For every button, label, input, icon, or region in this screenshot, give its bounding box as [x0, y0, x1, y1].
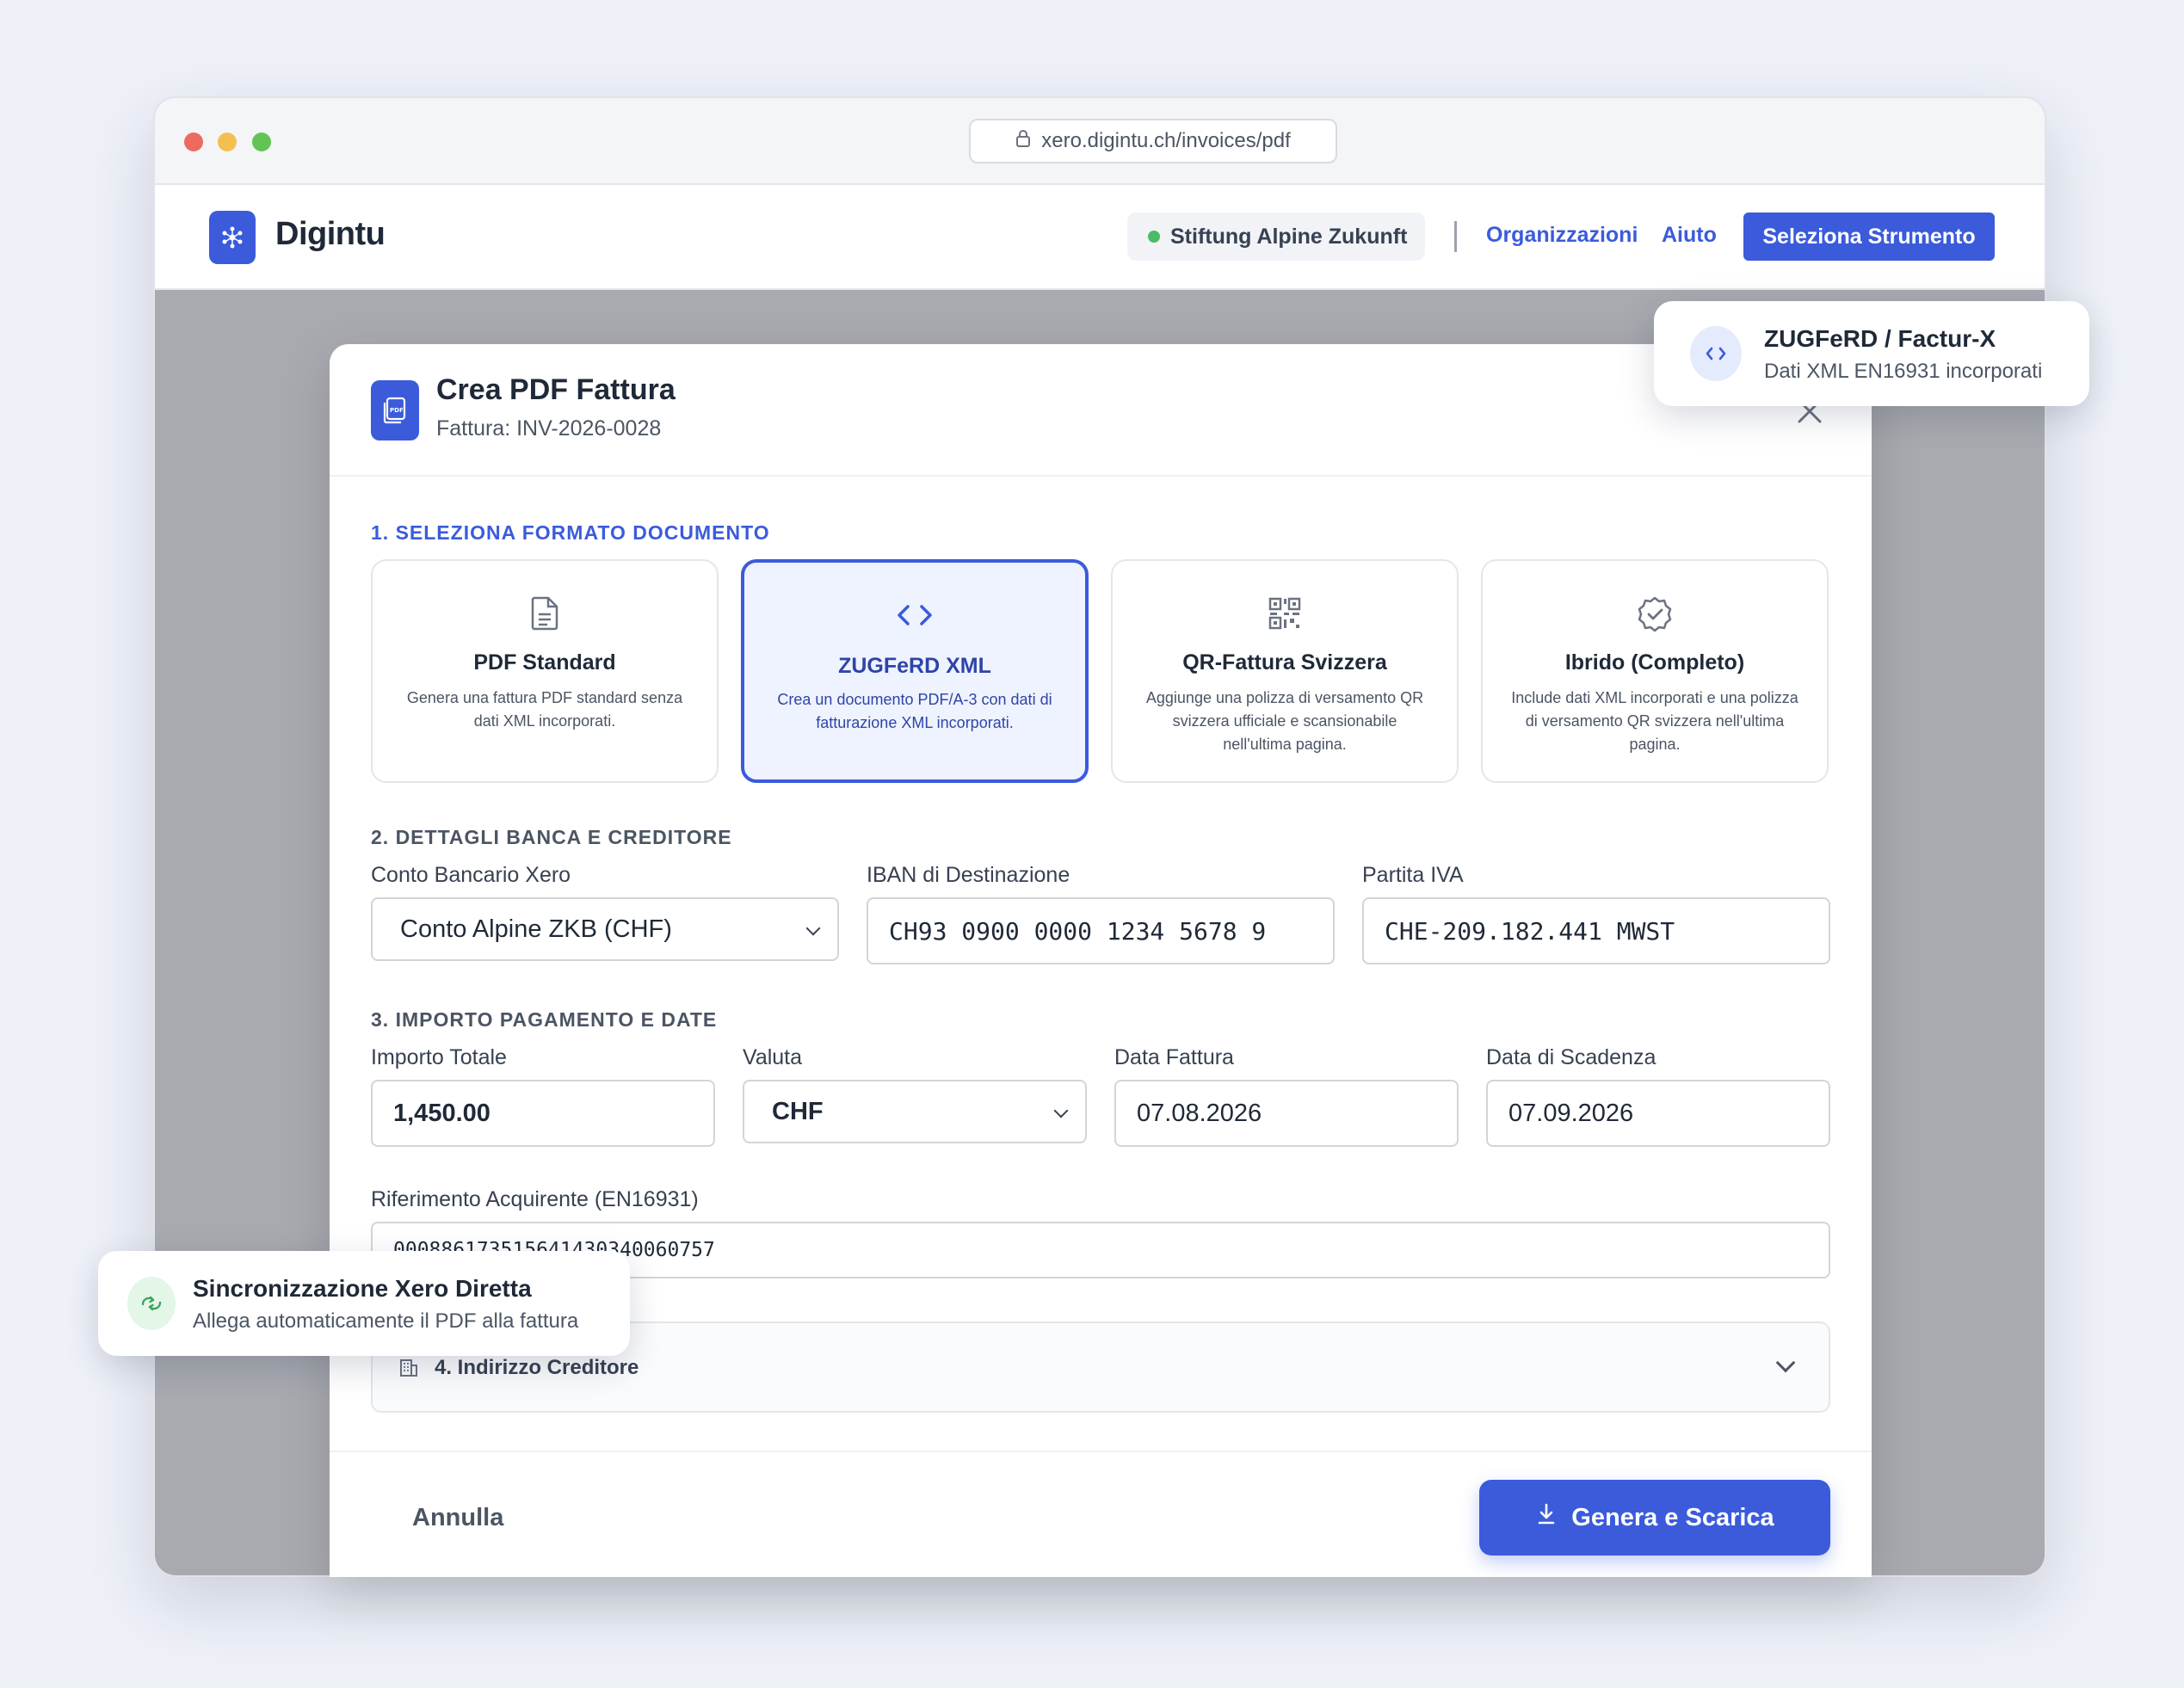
vat-input[interactable]: CHE-209.182.441 MWST [1362, 897, 1830, 964]
amount-input[interactable]: 1,450.00 [371, 1080, 715, 1147]
lock-icon [1015, 129, 1031, 154]
code-icon [1690, 326, 1742, 381]
generate-download-button[interactable]: Genera e Scarica [1479, 1480, 1830, 1556]
browser-titlebar: xero.digintu.ch/invoices/pdf [155, 98, 2045, 185]
select-tool-button[interactable]: Seleziona Strumento [1743, 213, 1995, 261]
toast-title: Sincronizzazione Xero Diretta [193, 1275, 532, 1302]
amount-value: 1,450.00 [393, 1099, 490, 1127]
modal-subtitle: Fattura: INV-2026-0028 [436, 416, 662, 440]
section-bank-label: 2. DETTAGLI BANCA E CREDITORE [371, 826, 732, 848]
section-format-label: 1. SELEZIONA FORMATO DOCUMENTO [371, 521, 770, 544]
document-icon [373, 595, 717, 633]
invoice-date-input[interactable]: 07.08.2026 [1114, 1080, 1459, 1147]
cancel-button[interactable]: Annulla [412, 1504, 503, 1532]
format-title: ZUGFeRD XML [838, 654, 991, 678]
modal-header: PDF Crea PDF Fattura Fattura: INV-2026-0… [330, 344, 1872, 477]
building-icon [398, 1358, 419, 1383]
nav-divider [1454, 221, 1457, 252]
app-header: Digintu Stiftung Alpine Zukunft Organizz… [155, 185, 2045, 290]
generate-download-label: Genera e Scarica [1571, 1503, 1774, 1531]
format-title: QR-Fattura Svizzera [1182, 650, 1387, 675]
url-text: xero.digintu.ch/invoices/pdf [1041, 129, 1291, 152]
vat-value: CHE-209.182.441 MWST [1385, 916, 1675, 946]
bank-account-value: Conto Alpine ZKB (CHF) [400, 915, 672, 943]
invoice-date-value: 07.08.2026 [1137, 1099, 1262, 1127]
currency-select[interactable]: CHF [743, 1080, 1087, 1143]
digintu-logo-icon[interactable] [209, 211, 256, 264]
maximize-window-button[interactable] [252, 132, 271, 151]
xero-sync-toast: Sincronizzazione Xero Diretta Allega aut… [98, 1251, 630, 1356]
buyer-reference-label: Riferimento Acquirente (EN16931) [371, 1187, 699, 1211]
format-description: Include dati XML incorporati e una poliz… [1511, 689, 1798, 753]
pdf-icon: PDF [371, 380, 419, 440]
verified-badge-icon [1483, 595, 1827, 633]
currency-label: Valuta [743, 1045, 803, 1069]
zugferd-info-toast: ZUGFeRD / Factur-X Dati XML EN16931 inco… [1654, 301, 2089, 406]
minimize-window-button[interactable] [218, 132, 237, 151]
address-bar[interactable]: xero.digintu.ch/invoices/pdf [969, 119, 1337, 163]
format-card-zugferd[interactable]: ZUGFeRD XML Crea un documento PDF/A-3 co… [741, 559, 1089, 783]
invoice-date-label: Data Fattura [1114, 1045, 1234, 1069]
download-icon [1535, 1502, 1558, 1533]
brand-name: Digintu [275, 216, 386, 252]
svg-text:PDF: PDF [390, 407, 404, 414]
iban-value: CH93 0900 0000 1234 5678 9 [889, 916, 1267, 946]
format-card-hybrid[interactable]: Ibrido (Completo) Include dati XML incor… [1481, 559, 1829, 783]
format-title: PDF Standard [473, 650, 616, 675]
organization-name: Stiftung Alpine Zukunft [1170, 224, 1408, 249]
sync-icon [127, 1277, 176, 1330]
bank-account-label: Conto Bancario Xero [371, 863, 571, 887]
status-dot-icon [1148, 231, 1160, 243]
amount-label: Importo Totale [371, 1045, 507, 1069]
format-description: Aggiunge una polizza di versamento QR sv… [1145, 689, 1424, 753]
toast-title: ZUGFeRD / Factur-X [1764, 325, 1996, 352]
format-card-qr-invoice[interactable]: QR-Fattura Svizzera Aggiunge una polizza… [1111, 559, 1459, 783]
due-date-value: 07.09.2026 [1508, 1099, 1634, 1127]
format-description: Crea un documento PDF/A-3 con dati di fa… [777, 691, 1052, 731]
modal-footer: Annulla Genera e Scarica [330, 1451, 1872, 1577]
toast-subtitle: Dati XML EN16931 incorporati [1764, 360, 2043, 383]
organization-badge[interactable]: Stiftung Alpine Zukunft [1127, 213, 1425, 261]
nav-help-link[interactable]: Aiuto [1662, 223, 1717, 248]
currency-value: CHF [772, 1097, 824, 1125]
toast-subtitle: Allega automaticamente il PDF alla fattu… [193, 1309, 579, 1333]
bank-account-select[interactable]: Conto Alpine ZKB (CHF) [371, 897, 839, 961]
create-pdf-modal: PDF Crea PDF Fattura Fattura: INV-2026-0… [330, 344, 1872, 1577]
due-date-label: Data di Scadenza [1486, 1045, 1657, 1069]
close-window-button[interactable] [184, 132, 203, 151]
code-icon [744, 597, 1085, 635]
modal-title: Crea PDF Fattura [436, 373, 676, 406]
format-description: Genera una fattura PDF standard senza da… [406, 689, 683, 730]
nav-organizations-link[interactable]: Organizzazioni [1486, 223, 1638, 248]
creditor-address-title: 4. Indirizzo Creditore [435, 1356, 639, 1379]
iban-label: IBAN di Destinazione [867, 863, 1070, 887]
format-title: Ibrido (Completo) [1564, 650, 1745, 675]
section-amount-label: 3. IMPORTO PAGAMENTO E DATE [371, 1008, 718, 1031]
qr-code-icon [1113, 595, 1457, 633]
chevron-down-icon [1775, 1352, 1796, 1373]
due-date-input[interactable]: 07.09.2026 [1486, 1080, 1830, 1147]
iban-input[interactable]: CH93 0900 0000 1234 5678 9 [867, 897, 1335, 964]
format-card-pdf-standard[interactable]: PDF Standard Genera una fattura PDF stan… [371, 559, 719, 783]
vat-label: Partita IVA [1362, 863, 1464, 887]
